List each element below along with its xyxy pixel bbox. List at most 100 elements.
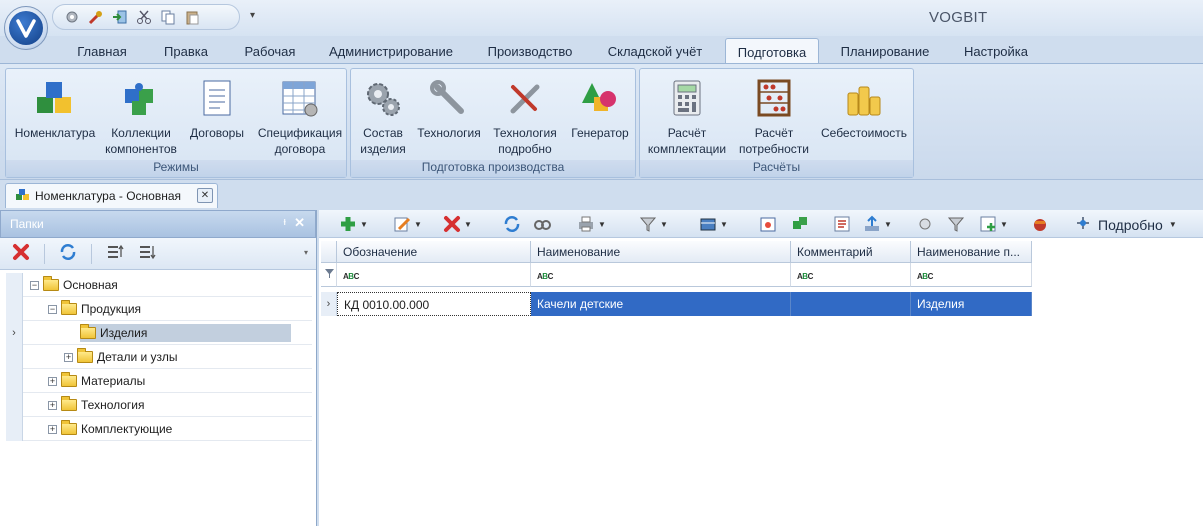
filter-cell[interactable]: ABC [531,263,791,287]
cost-button[interactable]: Себестоимость [816,75,912,141]
tree-row: + Технология [6,393,312,417]
generator-label: Генератор [571,126,629,140]
tree-node-materialy[interactable]: + Материалы [48,372,145,390]
text-filter-icon: ABC [797,272,813,281]
tree-node-detali-i-uzly[interactable]: + Детали и узлы [64,348,178,366]
calendar-button[interactable] [759,214,777,234]
export-button[interactable]: ▼ [863,214,892,234]
sort-down-icon[interactable] [138,243,156,264]
spreadsheet-icon [254,75,346,119]
folders-toolbar: ▾ [0,238,316,270]
nomenclature-small-icon [15,188,31,205]
technology-detailed-label: Технология подробно [493,126,557,156]
pin-icon[interactable]: ᵻ [284,216,286,228]
components-button[interactable] [791,214,809,234]
attach-button[interactable] [917,214,935,234]
tree-node-osnovnaya[interactable]: − Основная [30,276,118,294]
detail-view-button[interactable]: Подробно ▼ [1074,214,1177,235]
technology-button[interactable]: Технология [413,75,485,141]
tree-node-komplektuyushchie[interactable]: + Комплектующие [48,420,172,438]
sort-up-icon[interactable] [106,243,124,264]
calc-completeness-button[interactable]: Расчёт комплектации [642,75,732,157]
quick-access-toolbar [52,4,240,30]
paste-icon[interactable] [183,8,201,26]
collapse-icon[interactable]: − [48,304,57,314]
toolbar-options-icon[interactable]: ▾ [304,248,308,257]
collapse-icon[interactable]: − [30,280,39,290]
table-row[interactable]: › КД 0010.00.000 Качели детские Изделия [321,292,1032,316]
coins-icon [816,75,912,119]
cell-comment[interactable] [791,292,911,316]
contract-spec-button[interactable]: Спецификация договора [254,75,346,157]
delete-button[interactable]: ▼ [443,214,472,234]
cell-designation[interactable]: КД 0010.00.000 [337,292,531,316]
abacus-icon [734,75,814,119]
document-tabs: Номенклатура - Основная ✕ [0,180,1203,210]
filter-cell[interactable]: ABC [791,263,911,287]
text-filter-icon: ABC [917,272,933,281]
tab-administrirovanie[interactable]: Администрирование [318,38,464,64]
app-menu-button[interactable] [4,6,48,50]
chevron-down-icon: ▼ [1168,220,1177,229]
tree-node-izdeliya[interactable]: Изделия [80,324,292,342]
column-header[interactable]: Наименование [531,241,791,263]
separator [91,243,92,264]
delete-folder-icon[interactable] [12,243,30,264]
report-button[interactable] [833,214,851,234]
tab-proizvodstvo[interactable]: Производство [474,38,586,64]
tools-icon[interactable] [87,8,105,26]
tree-node-tekhnologiya[interactable]: + Технология [48,396,145,414]
column-header[interactable]: Комментарий [791,241,911,263]
tab-podgotovka[interactable]: Подготовка [725,38,819,64]
row-indicator [6,297,23,321]
settings-icon[interactable] [63,8,81,26]
exit-icon[interactable] [111,8,129,26]
cell-name[interactable]: Качели детские [531,292,791,316]
customize-qat-icon[interactable]: ▾ [250,10,255,21]
calc-demand-button[interactable]: Расчёт потребности [734,75,814,157]
tab-glavnaya[interactable]: Главная [66,38,138,64]
tab-skladskoy-uchet[interactable]: Складской учёт [596,38,714,64]
expand-icon[interactable]: + [48,424,57,434]
cut-icon[interactable] [135,8,153,26]
close-panel-icon[interactable]: ✕ [294,215,305,231]
generator-button[interactable]: Генератор [565,75,635,141]
nomenclature-button[interactable]: Номенклатура [8,75,102,141]
document-tab-nomenclature[interactable]: Номенклатура - Основная ✕ [5,183,218,208]
funnel-button[interactable] [947,214,965,234]
column-header[interactable]: Наименование п... [911,241,1032,263]
technology-detailed-button[interactable]: Технология подробно [487,75,563,157]
contracts-button[interactable]: Договоры [182,75,252,141]
expand-icon[interactable]: + [64,352,73,362]
refresh-icon[interactable] [59,243,77,264]
close-tab-button[interactable]: ✕ [197,188,213,203]
collections-button[interactable]: Коллекции компонентов [102,75,180,157]
package-button[interactable]: ▼ [699,214,728,234]
text-filter-icon: ABC [537,272,553,281]
add-form-button[interactable]: ▼ [979,214,1008,234]
find-button[interactable] [533,214,551,234]
tree-row: + Материалы [6,369,312,393]
refresh-button[interactable] [503,214,521,234]
edit-button[interactable]: ▼ [393,214,422,234]
group-raschety: Расчёт комплектации Расчёт потребности С… [639,68,914,178]
add-button[interactable]: ▼ [339,214,368,234]
cell-folder-name[interactable]: Изделия [911,292,1032,316]
tree-node-produktsiya[interactable]: − Продукция [48,300,141,318]
product-structure-button[interactable]: Состав изделия [353,75,413,157]
tab-nastroyka[interactable]: Настройка [952,38,1040,64]
expand-icon[interactable]: + [48,376,57,386]
tab-rabochaya[interactable]: Рабочая [232,38,308,64]
filter-cell[interactable]: ABC [911,263,1032,287]
filter-cell[interactable]: ABC [337,263,531,287]
copy-icon[interactable] [159,8,177,26]
group-rezhimy: Номенклатура Коллекции компонентов Догов… [5,68,347,178]
expand-icon[interactable]: + [48,400,57,410]
column-header[interactable]: Обозначение [337,241,531,263]
contracts-label: Договоры [190,126,244,140]
tab-pravka[interactable]: Правка [148,38,224,64]
tab-planirovanie[interactable]: Планирование [830,38,940,64]
filter-button[interactable]: ▼ [639,214,668,234]
erase-button[interactable] [1031,214,1049,234]
print-button[interactable]: ▼ [577,214,606,234]
